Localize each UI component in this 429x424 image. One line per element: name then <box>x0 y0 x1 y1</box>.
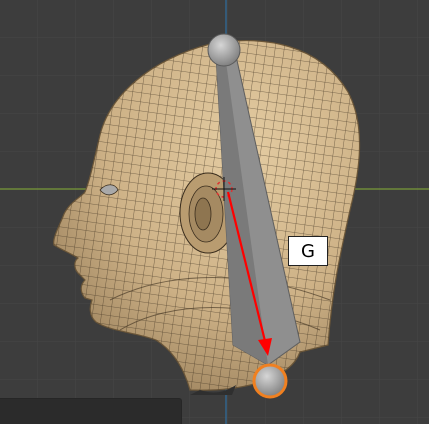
bottom-panel[interactable] <box>0 398 182 424</box>
grab-key-label: G <box>288 236 328 266</box>
bone-tail-joint-selected[interactable] <box>252 363 288 399</box>
bone-head-joint[interactable] <box>207 33 241 67</box>
3d-viewport[interactable]: G <box>0 0 429 424</box>
viewport-canvas[interactable] <box>0 0 429 424</box>
